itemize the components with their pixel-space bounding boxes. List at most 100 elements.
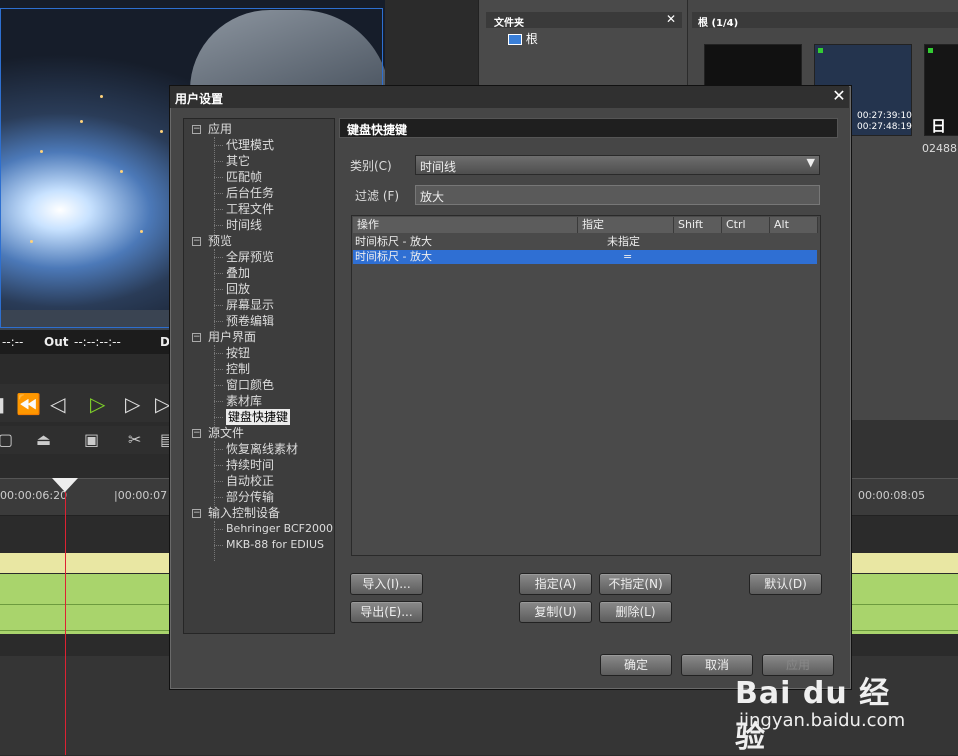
tree-item[interactable]: 窗口颜色 xyxy=(226,377,274,393)
tree-item[interactable]: 匹配帧 xyxy=(226,169,262,185)
tree-item[interactable]: 全屏预览 xyxy=(226,249,274,265)
column-header-action[interactable]: 操作 xyxy=(353,217,578,233)
settings-tree: 应用 − 代理模式 其它 匹配帧 后台任务 工程文件 时间线 预览 − 全屏预览 叠加 回放 屏幕显示 预卷… xyxy=(183,118,335,634)
collapse-icon[interactable]: − xyxy=(192,429,201,438)
category-value: 时间线 xyxy=(420,160,457,174)
import-button[interactable]: 导入(I)... xyxy=(350,573,423,595)
tree-connector xyxy=(214,545,223,546)
delete-button[interactable]: 删除(L) xyxy=(599,601,672,623)
new-icon[interactable]: ▢ xyxy=(0,430,13,449)
tree-category[interactable]: 输入控制设备 xyxy=(208,505,280,521)
copy-button[interactable]: 复制(U) xyxy=(519,601,592,623)
rewind-icon[interactable]: ⏪ xyxy=(16,392,41,416)
unassign-button[interactable]: 不指定(N) xyxy=(599,573,672,595)
tree-item[interactable]: Behringer BCF2000 xyxy=(226,521,333,537)
tree-connector xyxy=(214,193,223,194)
tree-item[interactable]: 持续时间 xyxy=(226,457,274,473)
close-icon[interactable]: ✕ xyxy=(829,86,849,106)
ruler-tick: 00:00:08:05 xyxy=(858,489,926,502)
bin-title: 根 (1/4) xyxy=(698,18,739,29)
tree-item[interactable]: 叠加 xyxy=(226,265,250,281)
tree-item[interactable]: 控制 xyxy=(226,361,250,377)
export-button[interactable]: 导出(E)... xyxy=(350,601,423,623)
collapse-icon[interactable]: − xyxy=(192,125,201,134)
tree-item[interactable]: 时间线 xyxy=(226,217,262,233)
tree-item[interactable]: 素材库 xyxy=(226,393,262,409)
tree-connector xyxy=(214,521,215,561)
tree-category[interactable]: 预览 xyxy=(208,233,232,249)
baidu-watermark: Bai du 经验 jingyan.baidu.com xyxy=(735,668,915,755)
collapse-icon[interactable]: − xyxy=(192,237,201,246)
bin-clip[interactable]: 日 xyxy=(924,44,958,136)
tree-item[interactable]: 部分传输 xyxy=(226,489,274,505)
tree-category[interactable]: 应用 xyxy=(208,121,232,137)
close-icon[interactable]: ✕ xyxy=(666,12,676,26)
assign-button[interactable]: 指定(A) xyxy=(519,573,592,595)
tree-item[interactable]: 恢复离线素材 xyxy=(226,441,298,457)
ruler-tick: |00:00:07 xyxy=(114,489,168,502)
save-icon[interactable]: ▣ xyxy=(84,430,99,449)
watermark-url: jingyan.baidu.com xyxy=(739,710,906,731)
row-assign: 未指定 xyxy=(607,235,640,248)
tree-item[interactable]: 屏幕显示 xyxy=(226,297,274,313)
tree-item[interactable]: 自动校正 xyxy=(226,473,274,489)
tree-connector xyxy=(214,449,223,450)
tree-item[interactable]: MKB-88 for EDIUS xyxy=(226,537,324,553)
clip-tc-in: 00:27:39:10 xyxy=(857,111,912,121)
tree-connector xyxy=(214,369,223,370)
ok-button[interactable]: 确定 xyxy=(600,654,672,676)
table-row-selected[interactable]: 时间标尺 - 放大 = xyxy=(353,250,817,264)
tree-connector xyxy=(214,257,223,258)
folder-root[interactable]: 根 xyxy=(508,30,538,47)
tree-connector xyxy=(214,353,223,354)
tree-connector xyxy=(214,385,223,386)
tree-category[interactable]: 用户界面 xyxy=(208,329,256,345)
in-timecode: --:-- xyxy=(2,335,24,349)
cut-icon[interactable]: ✂ xyxy=(128,430,141,449)
filter-label: 过滤 (F) xyxy=(355,189,400,203)
clip-status xyxy=(818,48,823,53)
category-label: 类别(C) xyxy=(350,159,392,173)
column-header-alt[interactable]: Alt xyxy=(770,217,818,233)
tree-item[interactable]: 预卷编辑 xyxy=(226,313,274,329)
open-icon[interactable]: ⏏ xyxy=(36,430,51,449)
tree-connector xyxy=(214,273,223,274)
folder-icon xyxy=(508,34,522,45)
step-back-icon[interactable]: ◁ xyxy=(50,392,65,416)
dialog-titlebar[interactable]: 用户设置 xyxy=(170,86,849,108)
play-icon[interactable]: ▷ xyxy=(90,392,105,416)
filter-input[interactable]: 放大 xyxy=(415,185,820,205)
step-forward-icon[interactable]: ▷ xyxy=(125,392,140,416)
column-header-ctrl[interactable]: Ctrl xyxy=(722,217,770,233)
column-header-assign[interactable]: 指定 xyxy=(578,217,674,233)
collapse-icon[interactable]: − xyxy=(192,509,201,518)
tree-item[interactable]: 按钮 xyxy=(226,345,250,361)
tree-connector xyxy=(214,137,215,241)
folder-root-label: 根 xyxy=(525,32,538,46)
dialog-title: 用户设置 xyxy=(175,92,224,106)
tree-item[interactable]: 工程文件 xyxy=(226,201,274,217)
tree-connector xyxy=(214,441,215,513)
folder-panel-header: 文件夹 ✕ xyxy=(486,12,682,29)
bin-header: 根 (1/4) xyxy=(692,12,958,29)
tree-item[interactable]: 回放 xyxy=(226,281,250,297)
table-row[interactable]: 时间标尺 - 放大 未指定 xyxy=(353,235,817,249)
playhead-handle[interactable] xyxy=(52,478,78,492)
tree-connector xyxy=(214,249,215,337)
tree-item[interactable]: 其它 xyxy=(226,153,250,169)
tree-connector xyxy=(214,417,223,418)
tree-connector xyxy=(214,289,223,290)
tree-item[interactable]: 代理模式 xyxy=(226,137,274,153)
stop-icon[interactable]: ▮ xyxy=(0,392,5,416)
tree-item[interactable]: 键盘快捷键 xyxy=(226,409,291,425)
row-action: 时间标尺 - 放大 xyxy=(355,235,432,248)
tree-connector xyxy=(214,225,223,226)
default-button[interactable]: 默认(D) xyxy=(749,573,822,595)
category-select[interactable]: 时间线 ▼ xyxy=(415,155,820,175)
tree-connector xyxy=(214,465,223,466)
column-header-shift[interactable]: Shift xyxy=(674,217,722,233)
tree-connector xyxy=(214,345,215,433)
section-header: 键盘快捷键 xyxy=(339,118,838,138)
collapse-icon[interactable]: − xyxy=(192,333,201,342)
tree-item[interactable]: 后台任务 xyxy=(226,185,274,201)
